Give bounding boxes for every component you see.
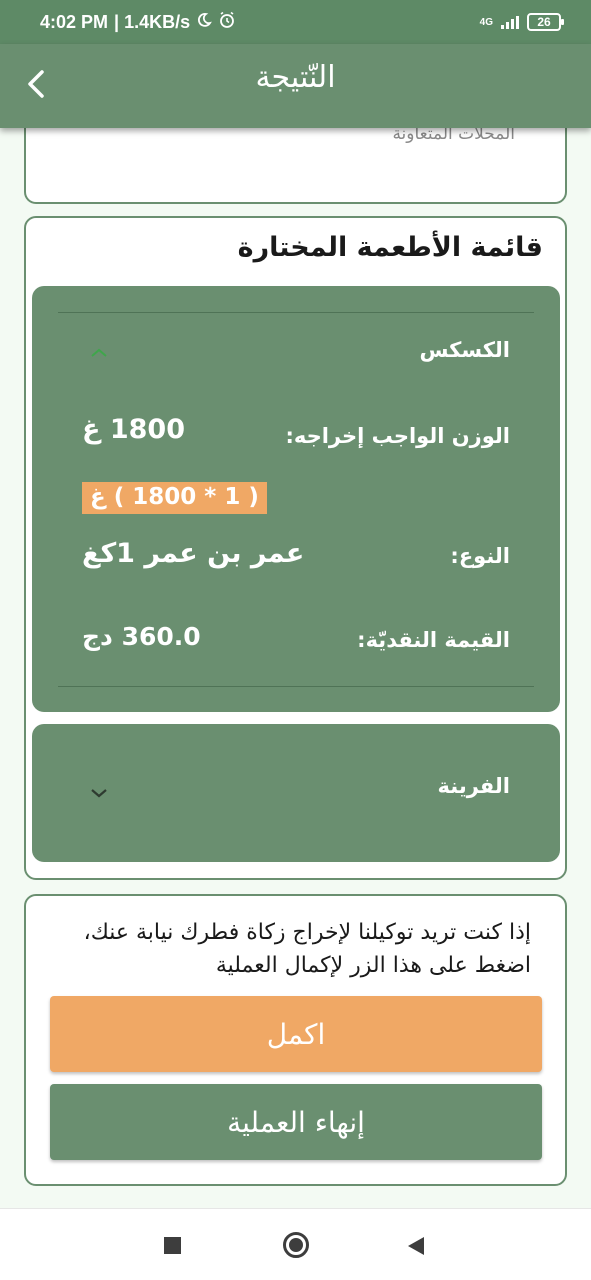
- foods-title: قائمة الأطعمة المختارة: [237, 232, 543, 263]
- system-nav-bar: [0, 1208, 591, 1280]
- weight-value: 1800 غ: [82, 414, 185, 445]
- divider: [58, 686, 534, 687]
- weight-calculation: ( 1 * 1800 ) غ: [82, 482, 267, 514]
- cooperating-stores-text: المحلات المتعاونة: [392, 128, 515, 144]
- alarm-icon: [218, 11, 236, 34]
- cash-value-label: القيمة النقديّة:: [357, 628, 510, 652]
- app-bar: النّتيجة: [0, 44, 591, 128]
- divider: [58, 312, 534, 313]
- complete-button[interactable]: اكمل: [50, 996, 542, 1072]
- food-item-flour[interactable]: الفرينة: [32, 724, 560, 862]
- status-time: 4:02 PM: [40, 11, 109, 32]
- back-triangle-icon[interactable]: [406, 1235, 426, 1257]
- delegate-card: إذا كنت تريد توكيلنا لإخراج زكاة فطرك ني…: [24, 894, 567, 1186]
- network-type: 4G: [479, 16, 493, 28]
- status-left: 4:02 PM | 1.4KB/s: [40, 11, 236, 34]
- type-label: النوع:: [450, 544, 510, 568]
- battery-icon: 26: [527, 13, 564, 31]
- home-icon[interactable]: [283, 1232, 309, 1258]
- food-item-couscous: الكسكس الوزن الواجب إخراجه: 1800 غ ( 1 *…: [32, 286, 560, 712]
- content-scroll[interactable]: المحلات المتعاونة قائمة الأطعمة المختارة…: [0, 128, 591, 1208]
- battery-level: 26: [537, 15, 551, 29]
- selected-foods-card: قائمة الأطعمة المختارة الكسكس الوزن الوا…: [24, 216, 567, 880]
- chevron-down-icon[interactable]: [88, 786, 110, 800]
- status-speed: | 1.4KB/s: [114, 11, 191, 32]
- food-item-name: الفرينة: [437, 774, 510, 798]
- status-right: 4G 26: [479, 13, 564, 31]
- recents-icon[interactable]: [164, 1237, 181, 1254]
- finish-process-button[interactable]: إنهاء العملية: [50, 1084, 542, 1160]
- cooperating-stores-card: المحلات المتعاونة: [24, 128, 567, 204]
- food-item-name: الكسكس: [419, 338, 510, 362]
- moon-icon: [196, 12, 213, 33]
- cash-value: 360.0 دج: [82, 622, 201, 651]
- weight-label: الوزن الواجب إخراجه:: [285, 424, 510, 448]
- status-bar: 4:02 PM | 1.4KB/s 4G 26: [0, 0, 591, 44]
- delegate-text: إذا كنت تريد توكيلنا لإخراج زكاة فطرك ني…: [83, 920, 531, 978]
- chevron-up-icon[interactable]: [88, 346, 110, 360]
- page-title: النّتيجة: [255, 60, 336, 95]
- type-value: عمر بن عمر 1كغ: [82, 538, 305, 569]
- signal-icon: [501, 15, 519, 29]
